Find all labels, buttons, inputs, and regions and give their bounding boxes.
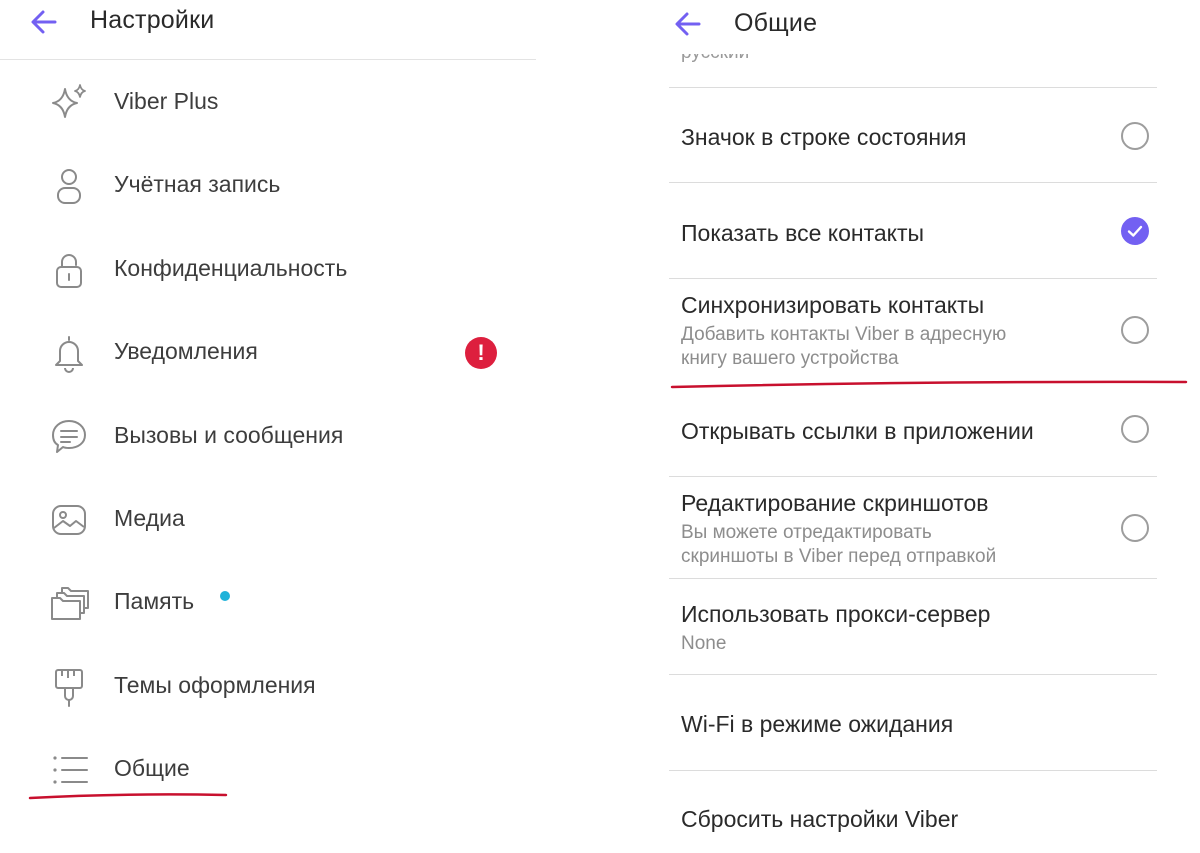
arrow-left-icon [675,12,701,36]
menu-item-storage[interactable]: Память [0,562,540,642]
setting-subtitle: книгу вашего устройства [681,348,899,369]
language-value-partial: русский [681,54,981,68]
folders-icon [48,582,90,624]
setting-reset-viber[interactable]: Сбросить настройки Viber [670,771,1160,853]
new-indicator-dot [220,591,230,601]
sparkle-icon [48,82,90,124]
menu-item-label: Учётная запись [114,171,281,197]
setting-status-bar-icon[interactable]: Значок в строке состояния [670,88,1160,182]
menu-item-label: Viber Plus [114,88,219,114]
bell-icon [48,332,90,374]
setting-subtitle: Вы можете отредактировать [681,522,932,543]
list-icon [48,749,90,791]
checkbox[interactable] [1121,316,1149,344]
setting-value: None [681,633,727,654]
setting-show-all-contacts[interactable]: Показать все контакты [670,183,1160,278]
menu-item-label: Вызовы и сообщения [114,422,344,448]
menu-item-account[interactable]: Учётная запись [0,145,540,225]
arrow-left-icon [31,10,57,34]
setting-subtitle: скриншоты в Viber перед отправкой [681,546,997,567]
checkbox-checked[interactable] [1121,217,1149,245]
lock-icon [48,249,90,291]
setting-title: Открывать ссылки в приложении [681,418,1034,444]
alert-badge: ! [465,337,497,369]
setting-title: Использовать прокси-сервер [681,601,991,627]
menu-item-label: Память [114,588,195,614]
page-title: Общие [734,9,818,37]
menu-item-privacy[interactable]: Конфиденциальность [0,229,540,309]
brush-icon [48,666,90,708]
menu-item-label: Общие [114,755,190,781]
back-button[interactable] [670,6,706,42]
setting-title: Синхронизировать контакты [681,292,985,318]
menu-item-label: Медиа [114,505,185,531]
media-icon [48,499,90,541]
setting-subtitle: Добавить контакты Viber в адресную [681,324,1007,345]
annotation-underline [28,793,228,800]
checkmark-icon [1127,225,1143,237]
page-title: Настройки [90,6,215,34]
menu-item-themes[interactable]: Темы оформления [0,646,540,726]
checkbox[interactable] [1121,122,1149,150]
general-settings-panel: Общие русский Значок в строке состояния … [640,0,1200,853]
setting-title: Показать все контакты [681,220,925,246]
checkbox[interactable] [1121,514,1149,542]
setting-title: Сбросить настройки Viber [681,806,959,832]
menu-item-label: Уведомления [114,338,258,364]
settings-panel: Настройки Viber Plus Учётная запись Конф… [0,0,560,853]
menu-item-label: Темы оформления [114,672,316,698]
setting-title: Wi-Fi в режиме ожидания [681,711,954,737]
menu-item-notifications[interactable]: Уведомления ! [0,312,540,392]
back-button[interactable] [26,4,62,40]
account-icon [48,165,90,207]
menu-item-label: Конфиденциальность [114,255,348,281]
divider [0,59,536,60]
setting-title: Значок в строке состояния [681,124,967,150]
setting-wifi-sleep[interactable]: Wi-Fi в режиме ожидания [670,675,1160,770]
setting-sync-contacts[interactable]: Синхронизировать контакты Добавить конта… [670,279,1160,380]
menu-item-viber-plus[interactable]: Viber Plus [0,62,540,142]
setting-use-proxy[interactable]: Использовать прокси-сервер None [670,579,1160,674]
setting-title: Редактирование скриншотов [681,490,989,516]
setting-open-links-in-app[interactable]: Открывать ссылки в приложении [670,381,1160,476]
checkbox[interactable] [1121,415,1149,443]
menu-item-media[interactable]: Медиа [0,479,540,559]
setting-edit-screenshots[interactable]: Редактирование скриншотов Вы можете отре… [670,477,1160,578]
chat-icon [48,416,90,458]
menu-item-calls-messages[interactable]: Вызовы и сообщения [0,396,540,476]
